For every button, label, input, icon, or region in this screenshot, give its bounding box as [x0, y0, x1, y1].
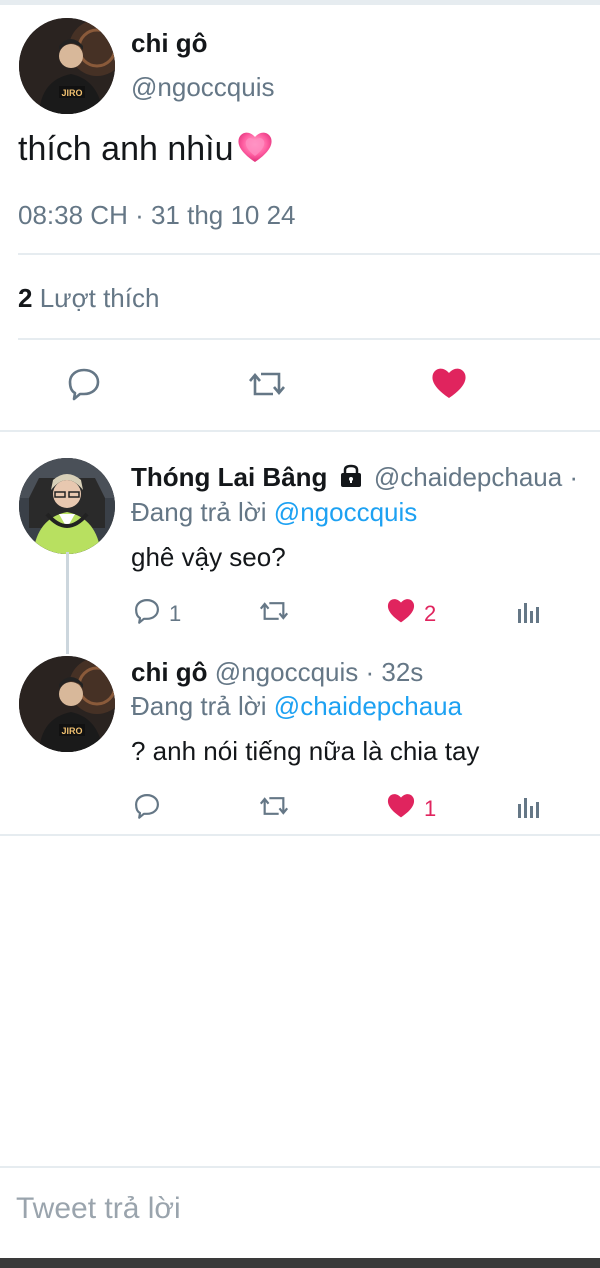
- retweet-button[interactable]: [258, 597, 290, 631]
- author-handle[interactable]: @ngoccquis: [131, 72, 274, 103]
- like-count: 2: [424, 600, 437, 626]
- replying-prefix: Đang trả lời: [131, 691, 267, 721]
- replying-to-link[interactable]: @chaidepchaua: [274, 691, 462, 721]
- like-button[interactable]: 1: [386, 792, 436, 825]
- heart-icon: [386, 597, 416, 630]
- divider: [0, 834, 600, 836]
- retweet-icon: [258, 597, 290, 631]
- tweet-timestamp[interactable]: 08:38 CH · 31 thg 10 24: [18, 200, 296, 231]
- divider: [0, 430, 600, 432]
- reply-avatar[interactable]: JIRO: [19, 656, 115, 752]
- tweet-text: thích anh nhìu: [18, 130, 274, 173]
- reply-author-name[interactable]: chi gô: [131, 657, 208, 687]
- like-button[interactable]: [430, 366, 468, 405]
- divider: [18, 253, 600, 255]
- replying-to: Đang trả lời @chaidepchaua: [131, 691, 462, 722]
- reply-button[interactable]: [66, 366, 102, 407]
- reply-author-name[interactable]: Thóng Lai Bâng: [131, 462, 327, 492]
- top-divider: [0, 0, 600, 5]
- reply-header[interactable]: Thóng Lai Bâng @chaidepchaua ·: [131, 462, 578, 495]
- growing-heart-emoji-icon: [236, 130, 274, 173]
- svg-text:JIRO: JIRO: [61, 726, 82, 736]
- reply-count: 1: [169, 601, 182, 626]
- reply-button[interactable]: [133, 792, 161, 826]
- retweet-icon: [247, 372, 287, 406]
- analytics-icon: [516, 599, 542, 631]
- like-count: 1: [424, 795, 437, 821]
- likes-count: 2: [18, 283, 33, 313]
- lock-icon: [339, 464, 363, 495]
- retweet-button[interactable]: [258, 792, 290, 826]
- heart-icon: [386, 792, 416, 825]
- replying-to-link[interactable]: @ngoccquis: [274, 497, 417, 527]
- analytics-button[interactable]: [516, 794, 542, 826]
- author-name[interactable]: chi gô: [131, 28, 208, 59]
- bottom-bar: [0, 1258, 600, 1268]
- reply-icon: [133, 792, 161, 826]
- analytics-button[interactable]: [516, 599, 542, 631]
- replying-to: Đang trả lời @ngoccquis: [131, 497, 417, 528]
- thread-connector: [66, 552, 69, 654]
- like-button[interactable]: 2: [386, 597, 436, 630]
- likes-summary[interactable]: 2 Lượt thích: [18, 283, 159, 314]
- retweet-button[interactable]: [247, 366, 287, 407]
- reply-author-handle[interactable]: @ngoccquis · 32s: [215, 657, 424, 687]
- reply-avatar[interactable]: [19, 458, 115, 554]
- tweet-text-content: thích anh nhìu: [18, 130, 234, 168]
- reply-author-handle[interactable]: @chaidepchaua ·: [374, 462, 578, 492]
- divider: [18, 338, 600, 340]
- analytics-icon: [516, 794, 542, 826]
- reply-text: ? anh nói tiếng nữa là chia tay: [131, 736, 480, 766]
- replying-prefix: Đang trả lời: [131, 497, 267, 527]
- reply-button[interactable]: 1: [133, 597, 181, 631]
- heart-icon: [430, 368, 468, 404]
- reply-compose-input[interactable]: Tweet trả lời: [16, 1192, 181, 1226]
- svg-text:JIRO: JIRO: [61, 88, 82, 98]
- likes-label: Lượt thích: [39, 283, 160, 313]
- retweet-icon: [258, 792, 290, 826]
- author-avatar[interactable]: JIRO: [19, 18, 115, 114]
- reply-icon: [66, 368, 102, 406]
- reply-icon: [133, 597, 161, 631]
- reply-text: ghê vậy seo?: [131, 542, 286, 572]
- compose-divider: [0, 1166, 600, 1168]
- reply-header[interactable]: chi gô @ngoccquis · 32s: [131, 657, 423, 688]
